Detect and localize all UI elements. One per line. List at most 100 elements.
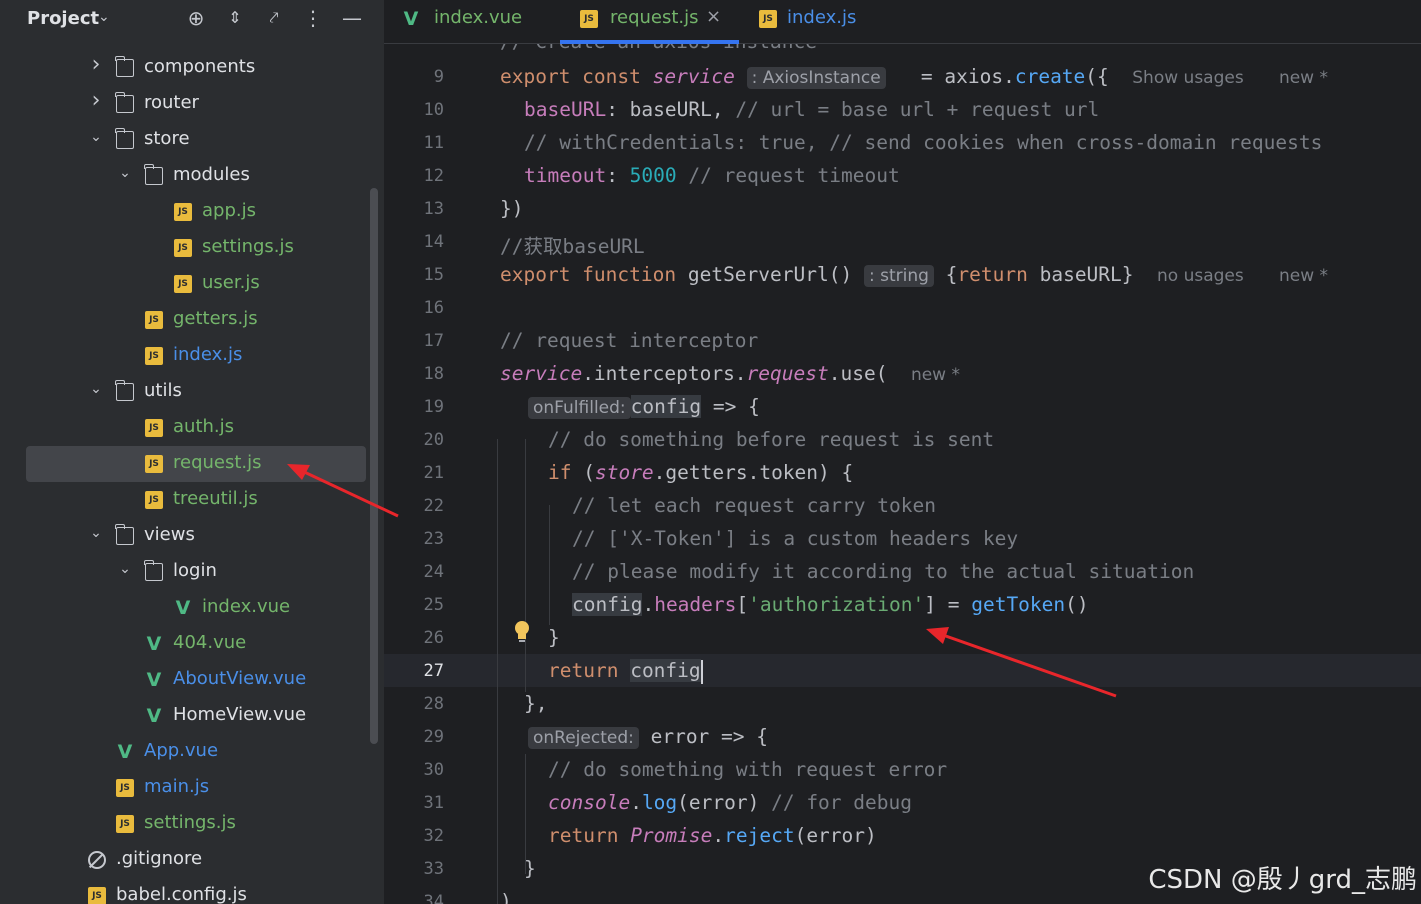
tree-item[interactable]: ⌄ modules bbox=[0, 158, 370, 194]
tree-item-label: HomeView.vue bbox=[173, 704, 307, 725]
tree-item[interactable]: .gitignore bbox=[0, 842, 370, 878]
js-file-icon bbox=[759, 10, 777, 28]
chevron-down-icon[interactable]: ⌄ bbox=[88, 525, 104, 545]
collapse-all-icon[interactable]: ⤤ bbox=[262, 5, 286, 31]
vue-file-icon bbox=[402, 10, 420, 28]
code-line-34: ) bbox=[500, 890, 512, 904]
code-line-28: }, bbox=[524, 692, 548, 715]
code-line-23: // ['X-Token'] is a custom headers key bbox=[572, 527, 1019, 550]
vue-file-icon bbox=[174, 599, 192, 617]
line-number: 12 bbox=[423, 166, 444, 186]
tree-item[interactable]: AboutView.vue bbox=[0, 662, 370, 698]
code-line-24: // please modify it according to the act… bbox=[572, 560, 1195, 583]
project-header: Project ⌄ ⊕ ⇕ ⤤ ⋮ — bbox=[0, 0, 384, 38]
current-line-highlight bbox=[384, 654, 1421, 687]
tree-item[interactable]: ⌄ login bbox=[0, 554, 370, 590]
tree-item[interactable]: auth.js bbox=[0, 410, 370, 446]
line-number: 15 bbox=[423, 265, 444, 285]
tree-item[interactable]: ⌄ utils bbox=[0, 374, 370, 410]
tree-item-label: login bbox=[173, 560, 217, 581]
js-file-icon bbox=[174, 275, 192, 293]
tree-item[interactable]: 404.vue bbox=[0, 626, 370, 662]
tree-item[interactable]: babel.config.js bbox=[0, 878, 370, 904]
tab-index-vue[interactable]: index.vue bbox=[402, 0, 552, 44]
chevron-right-icon[interactable]: › bbox=[88, 52, 104, 77]
tree-item[interactable]: › components bbox=[0, 50, 370, 86]
line-number: 11 bbox=[423, 133, 444, 153]
line-number: 21 bbox=[423, 463, 444, 483]
tree-item[interactable]: App.vue bbox=[0, 734, 370, 770]
tree-item[interactable]: settings.js bbox=[0, 230, 370, 266]
line-number: 28 bbox=[423, 694, 444, 714]
js-file-icon bbox=[116, 815, 134, 833]
tree-item[interactable]: › router bbox=[0, 86, 370, 122]
tree-item[interactable]: app.js bbox=[0, 194, 370, 230]
code-line-15: export function getServerUrl() : string … bbox=[500, 263, 1329, 287]
vue-file-icon bbox=[116, 743, 134, 761]
tree-item[interactable]: main.js bbox=[0, 770, 370, 806]
tree-item[interactable]: settings.js bbox=[0, 806, 370, 842]
line-number: 31 bbox=[423, 793, 444, 813]
folder-icon bbox=[115, 92, 134, 113]
line-number: 30 bbox=[423, 760, 444, 780]
line-number: 16 bbox=[423, 298, 444, 318]
tree-scrollbar[interactable] bbox=[370, 188, 378, 744]
vue-file-icon bbox=[145, 671, 163, 689]
code-line-13: }) bbox=[500, 197, 524, 220]
folder-icon bbox=[115, 128, 134, 149]
tree-item-label: modules bbox=[173, 164, 250, 185]
js-file-icon bbox=[580, 10, 598, 28]
code-line-17: // request interceptor bbox=[500, 329, 759, 352]
line-number: 13 bbox=[423, 199, 444, 219]
chevron-down-icon[interactable]: ⌄ bbox=[117, 165, 133, 185]
locate-icon[interactable]: ⊕ bbox=[184, 5, 208, 31]
vue-file-icon bbox=[145, 635, 163, 653]
tree-item[interactable]: getters.js bbox=[0, 302, 370, 338]
tab-label: request.js bbox=[610, 7, 699, 28]
line-number: 23 bbox=[423, 529, 444, 549]
param-hint: onRejected: bbox=[528, 727, 639, 749]
project-title[interactable]: Project bbox=[27, 8, 99, 29]
chevron-down-icon[interactable]: ⌄ bbox=[88, 129, 104, 149]
close-icon[interactable]: × bbox=[706, 6, 721, 27]
project-panel: Project ⌄ ⊕ ⇕ ⤤ ⋮ — › components › router ⌄ s… bbox=[0, 0, 384, 904]
chevron-right-icon[interactable]: › bbox=[88, 88, 104, 113]
line-number: 22 bbox=[423, 496, 444, 516]
tab-label: index.vue bbox=[434, 7, 523, 28]
tree-item[interactable]: ⌄ store bbox=[0, 122, 370, 158]
tree-item[interactable]: index.vue bbox=[0, 590, 370, 626]
tree-item[interactable]: HomeView.vue bbox=[0, 698, 370, 734]
usages-link[interactable]: Show usages bbox=[1132, 68, 1243, 88]
more-options-icon[interactable]: ⋮ bbox=[301, 5, 325, 31]
code-line-30: // do something with request error bbox=[548, 758, 948, 781]
tree-item[interactable]: ⌄ views bbox=[0, 518, 370, 554]
code-line-29: onRejected: error => { bbox=[528, 725, 768, 749]
tree-item-label: babel.config.js bbox=[116, 884, 247, 904]
line-number: 34 bbox=[423, 892, 444, 904]
line-number: 9 bbox=[433, 67, 444, 87]
chevron-down-icon[interactable]: ⌄ bbox=[98, 9, 110, 25]
expand-all-icon[interactable]: ⇕ bbox=[223, 5, 247, 31]
tree-item-label: settings.js bbox=[144, 812, 236, 833]
tab-index-js[interactable]: index.js bbox=[759, 0, 899, 44]
indent-guide bbox=[549, 505, 550, 625]
indent-guide bbox=[525, 754, 526, 874]
line-number: 29 bbox=[423, 727, 444, 747]
code-line-12: timeout: 5000 // request timeout bbox=[524, 164, 900, 187]
code-editor[interactable]: 9 10 11 12 13 14 15 16 17 18 19 20 21 22 23 24 25 26 27 28 2… bbox=[384, 44, 1421, 904]
code-line-32: return Promise.reject(error) bbox=[548, 824, 877, 847]
tree-item[interactable]: request.js bbox=[26, 446, 366, 482]
tree-item[interactable]: index.js bbox=[0, 338, 370, 374]
lightbulb-icon[interactable] bbox=[512, 619, 532, 645]
chevron-down-icon[interactable]: ⌄ bbox=[88, 381, 104, 401]
line-number: 33 bbox=[423, 859, 444, 879]
code-line-21: if (store.getters.token) { bbox=[548, 461, 854, 484]
code-line-22: // let each request carry token bbox=[572, 494, 936, 517]
tree-item[interactable]: user.js bbox=[0, 266, 370, 302]
tab-label: index.js bbox=[787, 7, 857, 28]
tree-item[interactable]: treeutil.js bbox=[0, 482, 370, 518]
type-hint: : string bbox=[863, 265, 934, 287]
tab-request-js[interactable]: request.js × bbox=[580, 0, 740, 44]
chevron-down-icon[interactable]: ⌄ bbox=[117, 561, 133, 581]
hide-panel-icon[interactable]: — bbox=[340, 5, 364, 31]
